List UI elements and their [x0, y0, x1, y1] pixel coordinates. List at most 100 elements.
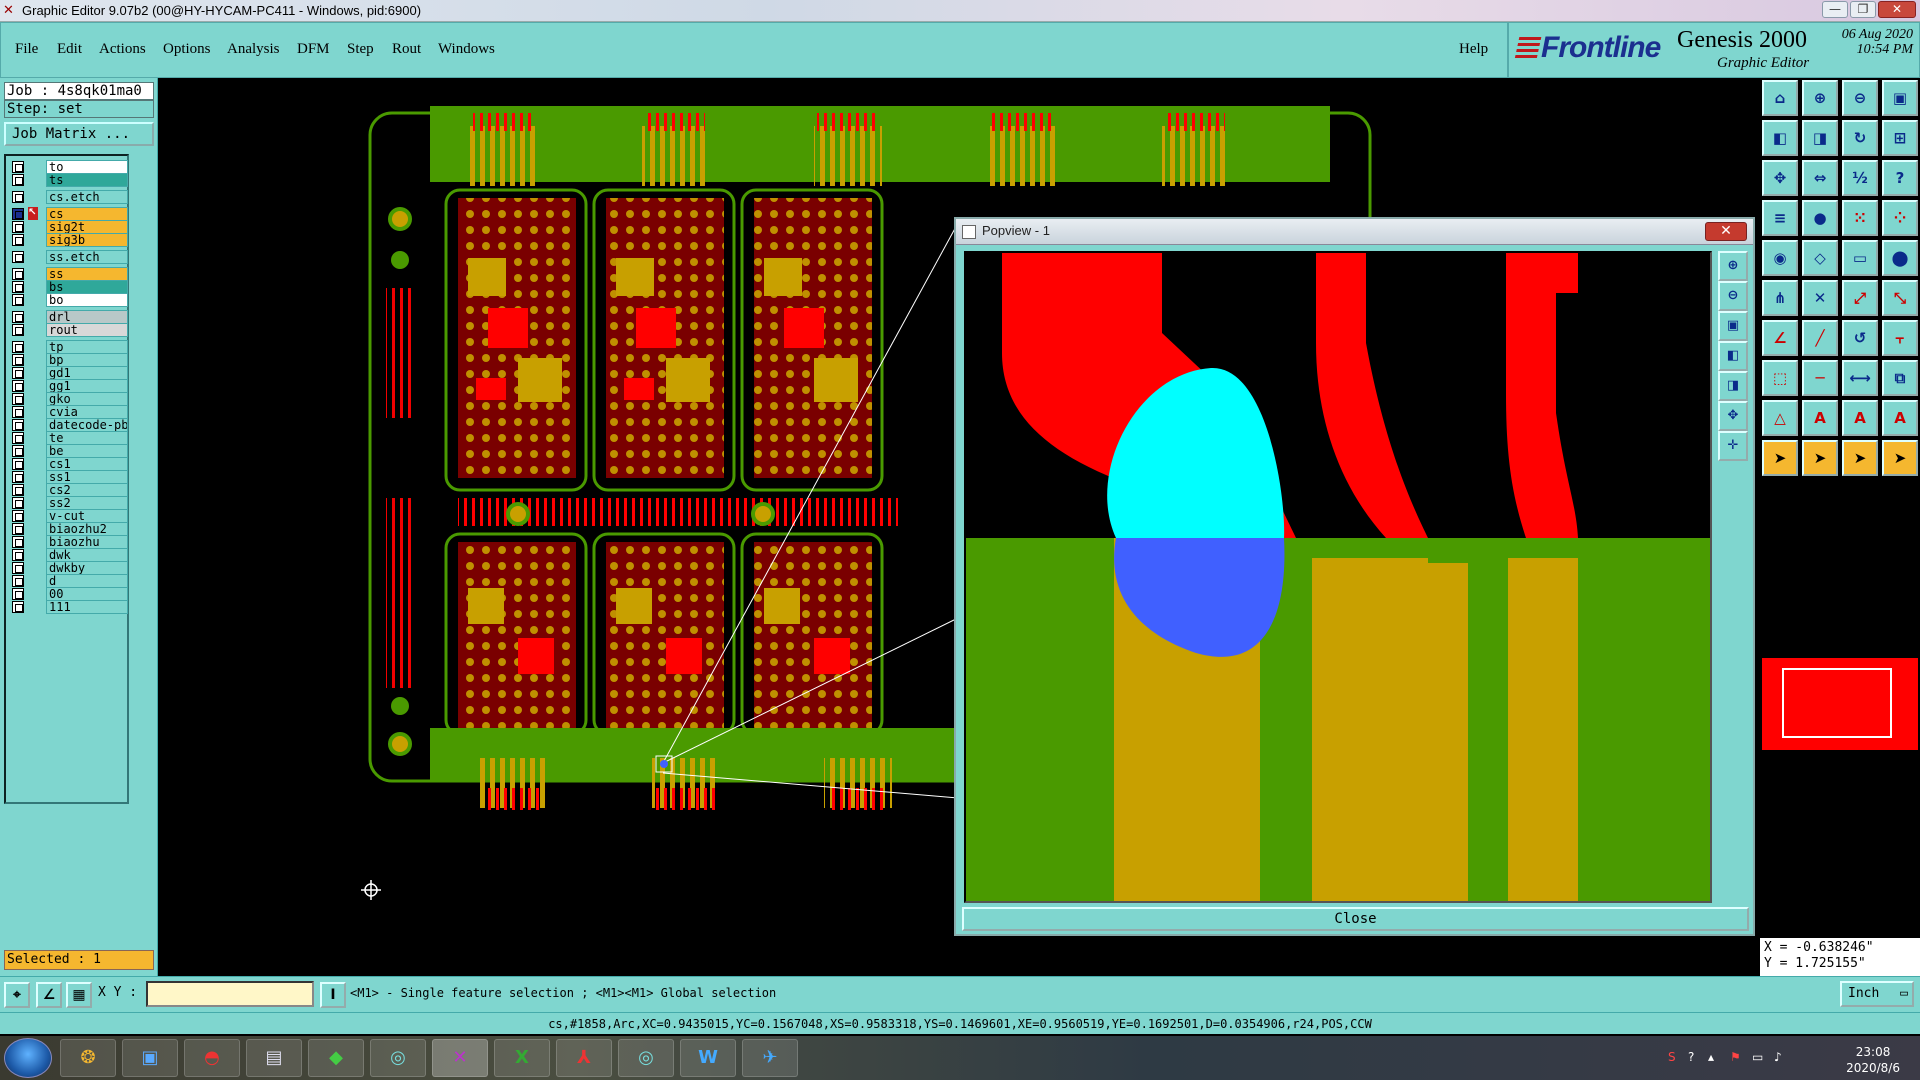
- layer-color-swatch[interactable]: [28, 392, 38, 406]
- layer-name[interactable]: dwk: [46, 548, 128, 562]
- window-titlebar[interactable]: ✕ Graphic Editor 9.07b2 (00@HY-HYCAM-PC4…: [0, 0, 1920, 22]
- text-a2-icon[interactable]: A: [1842, 400, 1878, 436]
- select-pointer-icon[interactable]: ➤: [1762, 440, 1798, 476]
- layer-row[interactable]: 00: [10, 587, 128, 601]
- layer-name[interactable]: ss.etch: [46, 250, 128, 264]
- task-messenger-icon[interactable]: ✈: [742, 1039, 798, 1077]
- circle-icon[interactable]: ⬤: [1882, 240, 1918, 276]
- layer-row[interactable]: rout: [10, 323, 128, 337]
- menu-analysis[interactable]: Analysis: [227, 41, 280, 58]
- popview-zoom-out-icon[interactable]: ⊖: [1718, 281, 1748, 311]
- select-pointer-4-icon[interactable]: ➤: [1882, 440, 1918, 476]
- task-notepad-icon[interactable]: ▤: [246, 1039, 302, 1077]
- layer-color-swatch[interactable]: [28, 548, 38, 562]
- task-excel-icon[interactable]: X: [494, 1039, 550, 1077]
- task-eye-icon[interactable]: ◎: [370, 1039, 426, 1077]
- layer-color-swatch[interactable]: [28, 483, 38, 497]
- layer-row[interactable]: to: [10, 160, 128, 174]
- window-close-button[interactable]: ✕: [1878, 1, 1916, 18]
- tray-flag-icon[interactable]: ⚑: [1730, 1050, 1741, 1064]
- move-icon[interactable]: ✥: [1762, 160, 1798, 196]
- layer-name[interactable]: 00: [46, 587, 128, 601]
- layer-checkbox[interactable]: [12, 341, 24, 353]
- popview-close-button[interactable]: Close: [962, 907, 1749, 931]
- minimize-button[interactable]: —: [1822, 1, 1848, 18]
- layer-row[interactable]: bp: [10, 353, 128, 367]
- layer-row[interactable]: gko: [10, 392, 128, 406]
- layer-color-swatch[interactable]: [28, 323, 38, 337]
- layer-name[interactable]: ss: [46, 267, 128, 281]
- layer-color-swatch[interactable]: [28, 418, 38, 432]
- layer-checkbox[interactable]: [12, 311, 24, 323]
- popview-canvas[interactable]: [964, 251, 1712, 903]
- snap-mode-icon[interactable]: ⌖: [4, 982, 30, 1008]
- layer-row[interactable]: ss2: [10, 496, 128, 510]
- text-a3-icon[interactable]: A: [1882, 400, 1918, 436]
- popview-titlebar[interactable]: Popview - 1: [956, 219, 1753, 245]
- layer-checkbox[interactable]: [12, 536, 24, 548]
- redraw-icon[interactable]: ↻: [1842, 120, 1878, 156]
- layer-row[interactable]: drl: [10, 310, 128, 324]
- task-word-icon[interactable]: W: [680, 1039, 736, 1077]
- layer-name[interactable]: cs.etch: [46, 190, 128, 204]
- select-pointer-2-icon[interactable]: ➤: [1802, 440, 1838, 476]
- snap-icon[interactable]: ⊞: [1882, 120, 1918, 156]
- xy-input[interactable]: [146, 981, 314, 1007]
- layer-checkbox[interactable]: [12, 432, 24, 444]
- layer-row[interactable]: ts: [10, 173, 128, 187]
- layer-checkbox[interactable]: [12, 458, 24, 470]
- node-icon[interactable]: ⋔: [1762, 280, 1798, 316]
- layer-name[interactable]: biaozhu: [46, 535, 128, 549]
- layer-name[interactable]: sig2t: [46, 220, 128, 234]
- fit-window-icon[interactable]: ▣: [1882, 80, 1918, 116]
- line-icon[interactable]: ╱: [1802, 320, 1838, 356]
- task-genesis-icon[interactable]: ✕: [432, 1039, 488, 1077]
- layer-checkbox[interactable]: [12, 221, 24, 233]
- zoom-in-icon[interactable]: ⊕: [1802, 80, 1838, 116]
- layer-checkbox[interactable]: [12, 445, 24, 457]
- scale-icon[interactable]: ½: [1842, 160, 1878, 196]
- layer-color-swatch[interactable]: [28, 310, 38, 324]
- layer-checkbox[interactable]: [12, 484, 24, 496]
- layer-stack-icon[interactable]: ≡: [1762, 200, 1798, 236]
- layer-name[interactable]: te: [46, 431, 128, 445]
- popview-pan-right-icon[interactable]: ◨: [1718, 371, 1748, 401]
- cross-icon[interactable]: ✕: [1802, 280, 1838, 316]
- layer-color-swatch[interactable]: [28, 233, 38, 247]
- layer-checkbox[interactable]: [12, 575, 24, 587]
- layer-row[interactable]: ss: [10, 267, 128, 281]
- menu-actions[interactable]: Actions: [99, 41, 146, 58]
- layer-checkbox[interactable]: [12, 251, 24, 263]
- bracket-icon[interactable]: ⟷: [1842, 360, 1878, 396]
- polygon-icon[interactable]: ◇: [1802, 240, 1838, 276]
- layer-checkbox[interactable]: [12, 471, 24, 483]
- layer-name[interactable]: ts: [46, 173, 128, 187]
- layer-color-swatch[interactable]: [28, 405, 38, 419]
- layer-color-swatch[interactable]: [28, 600, 38, 614]
- layer-row[interactable]: gg1: [10, 379, 128, 393]
- layer-row[interactable]: biaozhu2: [10, 522, 128, 536]
- layer-row[interactable]: ↖ cs: [10, 207, 128, 221]
- layer-row[interactable]: cs1: [10, 457, 128, 471]
- layer-row[interactable]: bs: [10, 280, 128, 294]
- layer-name[interactable]: be: [46, 444, 128, 458]
- layer-name[interactable]: bp: [46, 353, 128, 367]
- layer-checkbox[interactable]: [12, 588, 24, 600]
- grid-mode-icon[interactable]: ▦: [66, 982, 92, 1008]
- menu-step[interactable]: Step: [347, 41, 374, 58]
- layer-color-swatch[interactable]: [28, 561, 38, 575]
- hline-icon[interactable]: ─: [1802, 360, 1838, 396]
- layer-name[interactable]: bs: [46, 280, 128, 294]
- text-a-icon[interactable]: A: [1802, 400, 1838, 436]
- layer-row[interactable]: biaozhu: [10, 535, 128, 549]
- copy-shape-icon[interactable]: ⧉: [1882, 360, 1918, 396]
- layer-checkbox[interactable]: [12, 523, 24, 535]
- layer-name[interactable]: gg1: [46, 379, 128, 393]
- popview-zoom-in-icon[interactable]: ⊕: [1718, 251, 1748, 281]
- layer-name[interactable]: tp: [46, 340, 128, 354]
- layer-checkbox[interactable]: [12, 268, 24, 280]
- layer-row[interactable]: te: [10, 431, 128, 445]
- layer-color-swatch[interactable]: [28, 535, 38, 549]
- layer-checkbox[interactable]: [12, 174, 24, 186]
- layer-checkbox[interactable]: [12, 406, 24, 418]
